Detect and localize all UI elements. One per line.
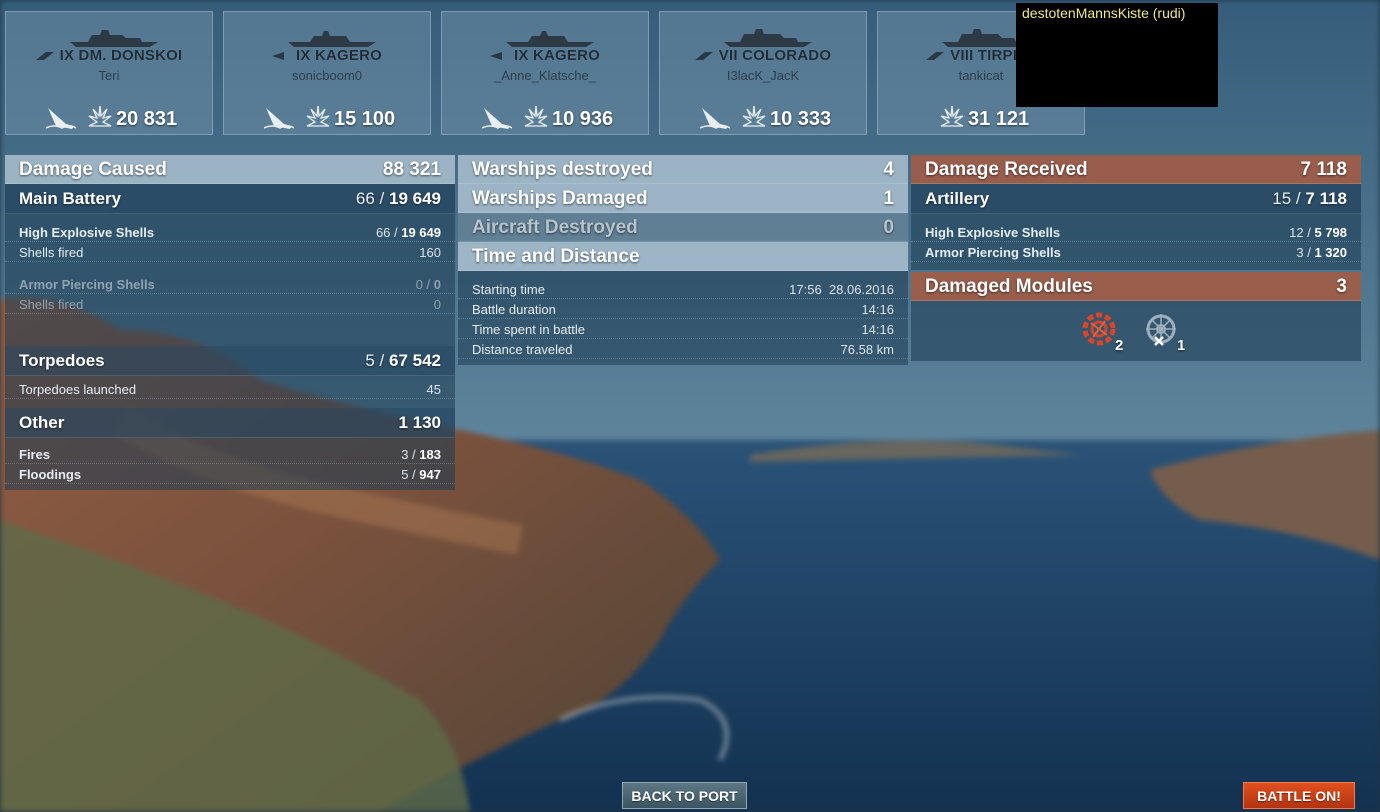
damage-icon <box>88 105 112 127</box>
time-spent-row: Time spent in battle 14:16 <box>458 319 908 339</box>
ship-class-icon <box>694 52 713 60</box>
warships-damaged-header: Warships Damaged 1 <box>458 184 908 213</box>
player-name: I3lacK_JacK <box>726 68 800 83</box>
damage-icon <box>940 105 964 127</box>
main-battery-details: High Explosive Shells 66 / 19 649 Shells… <box>5 214 455 346</box>
back-to-port-button[interactable]: BACK TO PORT <box>622 782 747 809</box>
ship-silhouette-icon <box>288 31 376 47</box>
ship-silhouette-icon <box>506 31 594 47</box>
damaged-modules-area: 2 1 <box>911 301 1361 361</box>
time-distance-header: Time and Distance <box>458 242 908 271</box>
ship-name: VII COLORADO <box>718 47 832 64</box>
he-shells-row: High Explosive Shells 66 / 19 649 <box>5 222 455 242</box>
other-details: Fires 3 / 183 Floodings 5 / 947 <box>5 438 455 490</box>
ship-sunk-icon <box>264 108 294 129</box>
damaged-modules-header: Damaged Modules 3 <box>911 272 1361 301</box>
player-name: Teri <box>98 68 120 83</box>
ship-card: IX KAGERO _Anne_Klatsche_ 10 936 <box>441 11 649 135</box>
damage-caused-value: 88 321 <box>382 159 441 180</box>
steering-damage-count: 1 <box>1177 337 1186 354</box>
ship-card: IX DM. DONSKOI Teri 20 831 <box>5 11 213 135</box>
damage-received-panel: Damage Received 7 118 Artillery 15 / 7 1… <box>911 155 1361 361</box>
ship-card: VII COLORADO I3lacK_JacK 10 333 <box>659 11 867 135</box>
player-name: _Anne_Klatsche_ <box>494 68 596 83</box>
ship-card: IX KAGERO sonicboom0 15 100 <box>223 11 431 135</box>
overlay-label: destotenMannsKiste (rudi) <box>1022 5 1186 21</box>
starting-time-row: Starting time 17:56 28.06.2016 <box>458 279 908 299</box>
aircraft-destroyed-header: Aircraft Destroyed 0 <box>458 213 908 242</box>
battle-on-button[interactable]: BATTLE ON! <box>1243 782 1355 809</box>
distance-row: Distance traveled 76.58 km <box>458 339 908 359</box>
battle-summary-panel: Warships destroyed 4 Warships Damaged 1 … <box>458 155 908 365</box>
damage-received-header: Damage Received 7 118 <box>911 155 1361 184</box>
engine-damage-count: 2 <box>1115 337 1124 354</box>
he-fired-row: Shells fired 160 <box>5 242 455 262</box>
damage-icon <box>306 105 330 127</box>
player-name: sonicboom0 <box>291 68 363 83</box>
damage-value: 15 100 <box>334 108 396 130</box>
ship-name: IX DM. DONSKOI <box>59 47 183 64</box>
warships-destroyed-header: Warships destroyed 4 <box>458 155 908 184</box>
damage-icon <box>742 105 766 127</box>
time-distance-details: Starting time 17:56 28.06.2016 Battle du… <box>458 271 908 365</box>
damage-icon <box>524 105 548 127</box>
artillery-row: Artillery 15 / 7 118 <box>911 184 1361 214</box>
damage-value: 20 831 <box>116 108 178 130</box>
ship-silhouette-icon <box>724 29 812 47</box>
ship-class-icon <box>35 52 54 60</box>
ship-name: IX KAGERO <box>514 47 600 64</box>
damage-value: 10 333 <box>770 108 832 130</box>
other-row: Other 1 130 <box>5 408 455 438</box>
artillery-details: High Explosive Shells 12 / 5 798 Armor P… <box>911 214 1361 270</box>
damage-caused-label: Damage Caused <box>19 159 167 180</box>
torpedoes-row: Torpedoes 5 / 67 542 <box>5 346 455 376</box>
ship-class-icon <box>490 52 502 60</box>
main-battery-row: Main Battery 66 / 19 649 <box>5 184 455 214</box>
battle-duration-row: Battle duration 14:16 <box>458 299 908 319</box>
ap-fired-row: Shells fired 0 <box>5 294 455 314</box>
ship-class-icon <box>272 52 284 60</box>
damage-caused-panel: Damage Caused 88 321 Main Battery 66 / 1… <box>5 155 455 490</box>
floodings-row: Floodings 5 / 947 <box>5 464 455 484</box>
damage-caused-header: Damage Caused 88 321 <box>5 155 455 184</box>
torpedo-details: Torpedoes launched 45 <box>5 376 455 408</box>
ship-class-icon <box>926 52 945 60</box>
streamer-overlay: destotenMannsKiste (rudi) <box>1016 3 1218 107</box>
ship-sunk-icon <box>46 108 76 129</box>
torpedoes-launched-row: Torpedoes launched 45 <box>5 379 455 399</box>
received-ap-row: Armor Piercing Shells 3 / 1 320 <box>911 242 1361 262</box>
steering-damage-icon <box>1146 314 1176 346</box>
received-he-row: High Explosive Shells 12 / 5 798 <box>911 222 1361 242</box>
ship-sunk-icon <box>482 108 512 129</box>
damage-value: 31 121 <box>968 108 1030 130</box>
damage-value: 10 936 <box>552 108 614 130</box>
ap-shells-row: Armor Piercing Shells 0 / 0 <box>5 274 455 294</box>
ship-silhouette-icon <box>70 30 158 47</box>
fires-row: Fires 3 / 183 <box>5 444 455 464</box>
ship-sunk-icon <box>700 108 730 129</box>
ship-name: IX KAGERO <box>296 47 382 64</box>
